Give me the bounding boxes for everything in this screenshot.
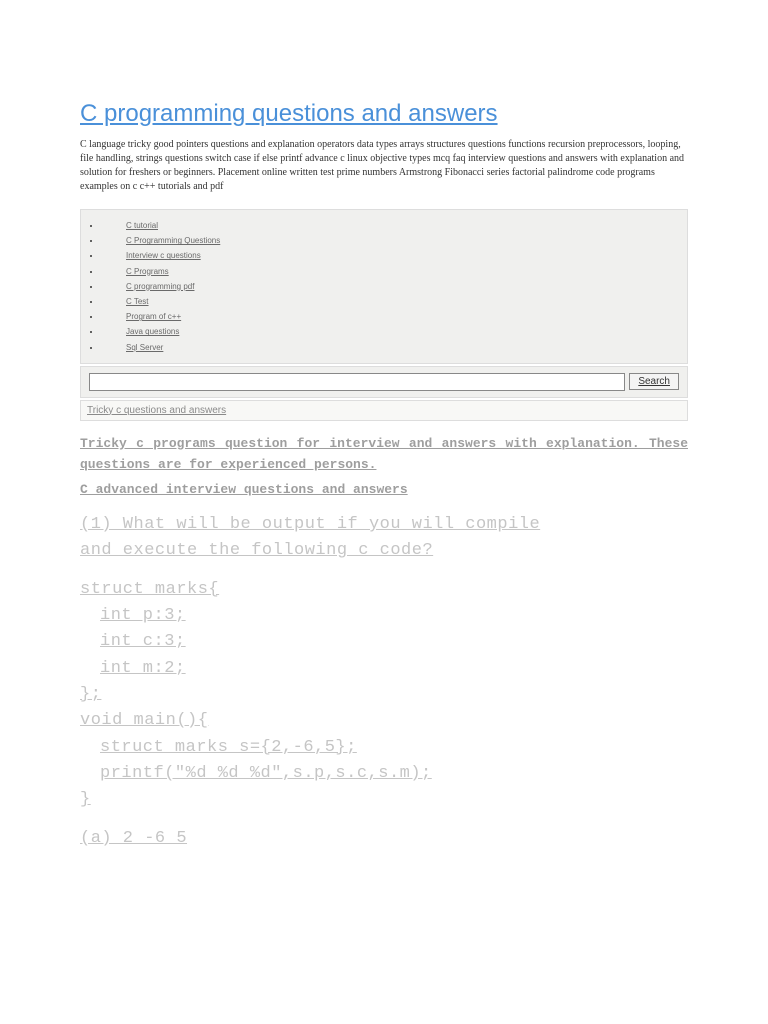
question-line: (1) What will be output if you will comp…: [80, 512, 688, 538]
nav-item: C Test: [101, 294, 687, 309]
nav-item: Java questions: [101, 324, 687, 339]
code-line: struct marks{: [80, 577, 688, 603]
code-line: struct marks s={2,-6,5};: [80, 735, 688, 761]
nav-link-java[interactable]: Java questions: [126, 327, 179, 336]
nav-box: C tutorial C Programming Questions Inter…: [80, 209, 688, 364]
code-line: int p:3;: [80, 603, 688, 629]
nav-item: Sql Server: [101, 340, 687, 355]
nav-link-interview[interactable]: Interview c questions: [126, 251, 201, 260]
content-block: Tricky c programs question for interview…: [80, 433, 688, 852]
article-title-link[interactable]: Tricky c questions and answers: [80, 400, 688, 421]
search-input[interactable]: [89, 373, 625, 391]
code-line: void main(){: [80, 708, 688, 734]
nav-link-sql[interactable]: Sql Server: [126, 343, 163, 352]
code-line: }: [80, 787, 688, 813]
nav-link-test[interactable]: C Test: [126, 297, 149, 306]
nav-item: Interview c questions: [101, 248, 687, 263]
code-line: int c:3;: [80, 629, 688, 655]
intro-heading: Tricky c programs question for interview…: [80, 433, 688, 476]
code-section: (1) What will be output if you will comp…: [80, 512, 688, 852]
search-row: Search: [80, 366, 688, 398]
nav-item: C programming pdf: [101, 279, 687, 294]
nav-item: C tutorial: [101, 218, 687, 233]
nav-link-tutorial[interactable]: C tutorial: [126, 221, 158, 230]
nav-item: C Programming Questions: [101, 233, 687, 248]
code-block: struct marks{ int p:3; int c:3; int m:2;…: [80, 577, 688, 814]
nav-link-questions[interactable]: C Programming Questions: [126, 236, 220, 245]
code-line: };: [80, 682, 688, 708]
option-a: (a) 2 -6 5: [80, 826, 688, 852]
intro-subheading: C advanced interview questions and answe…: [80, 479, 688, 500]
page-title[interactable]: C programming questions and answers: [80, 100, 688, 128]
nav-link-programs[interactable]: C Programs: [126, 267, 169, 276]
nav-item: Program of c++: [101, 309, 687, 324]
question-line: and execute the following c code?: [80, 538, 688, 564]
search-button[interactable]: Search: [629, 373, 679, 390]
nav-list: C tutorial C Programming Questions Inter…: [81, 218, 687, 355]
page-description: C language tricky good pointers question…: [80, 138, 688, 194]
code-line: int m:2;: [80, 656, 688, 682]
nav-link-cpp[interactable]: Program of c++: [126, 312, 181, 321]
nav-link-pdf[interactable]: C programming pdf: [126, 282, 194, 291]
code-line: printf("%d %d %d",s.p,s.c,s.m);: [80, 761, 688, 787]
nav-item: C Programs: [101, 264, 687, 279]
